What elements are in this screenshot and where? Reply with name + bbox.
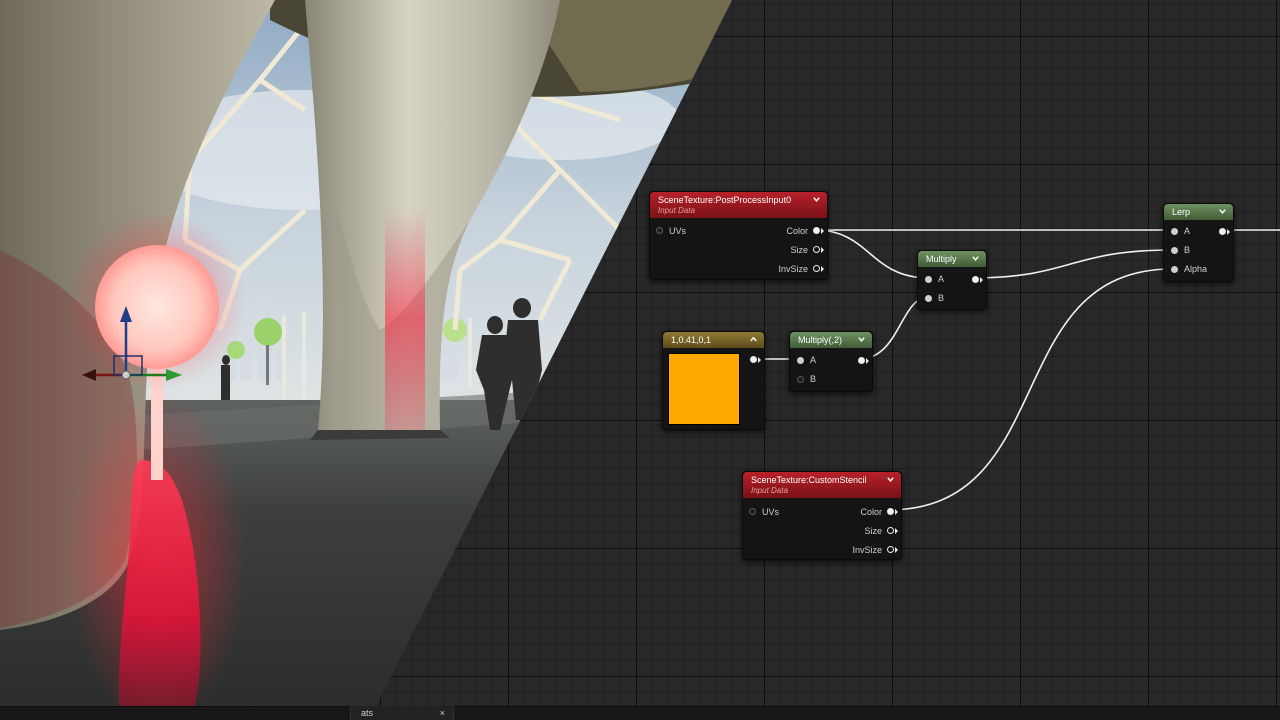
pin-a-input[interactable] (797, 357, 804, 364)
node-header[interactable]: Multiply(,2) (790, 332, 872, 348)
node-title: Multiply (926, 254, 957, 264)
node-title: 1,0.41,0,1 (671, 335, 712, 345)
node-title: Multiply(,2) (798, 335, 843, 345)
pin-size-output[interactable] (887, 527, 894, 534)
pin-output[interactable] (972, 276, 979, 283)
node-multiply-2[interactable]: Multiply(,2) A B (789, 331, 873, 392)
pin-invsize-output[interactable] (813, 265, 820, 272)
pin-label-b: B (938, 293, 945, 303)
pin-b-input[interactable] (1171, 247, 1178, 254)
pin-label-size: Size (864, 526, 882, 536)
pin-output[interactable] (858, 357, 865, 364)
chevron-down-icon[interactable] (812, 195, 821, 204)
close-icon[interactable]: × (440, 706, 445, 720)
pin-a-input[interactable] (1171, 228, 1178, 235)
pin-b-input[interactable] (925, 295, 932, 302)
node-multiply[interactable]: Multiply A B (917, 250, 987, 310)
pin-label-color: Color (786, 226, 808, 236)
pin-invsize-output[interactable] (887, 546, 894, 553)
pin-label-alpha: Alpha (1184, 264, 1208, 274)
pin-constant-output[interactable] (750, 356, 757, 363)
chevron-down-icon[interactable] (971, 254, 980, 263)
chevron-up-icon[interactable] (749, 335, 758, 344)
node-subtitle: Input Data (658, 206, 695, 215)
pin-color-output[interactable] (887, 508, 894, 515)
pin-label-invsize: InvSize (778, 264, 808, 274)
chevron-down-icon[interactable] (886, 475, 895, 484)
node-lerp[interactable]: Lerp A B Alpha (1163, 203, 1234, 282)
pin-label-b: B (1184, 245, 1191, 255)
node-header[interactable]: SceneTexture:PostProcessInput0 Input Dat… (650, 192, 827, 218)
pin-size-output[interactable] (813, 246, 820, 253)
pin-uvs-input[interactable] (656, 227, 663, 234)
pin-label-size: Size (790, 245, 808, 255)
node-title: SceneTexture:PostProcessInput0 (658, 195, 792, 205)
chevron-down-icon[interactable] (1218, 207, 1227, 216)
pin-label-b: B (810, 374, 817, 384)
pin-label-a: A (1184, 226, 1191, 236)
pin-label-a: A (810, 355, 817, 365)
node-header[interactable]: 1,0.41,0,1 (663, 332, 764, 348)
pin-label-a: A (938, 274, 945, 284)
node-constant-color[interactable]: 1,0.41,0,1 (662, 331, 765, 430)
pin-a-input[interactable] (925, 276, 932, 283)
pin-alpha-input[interactable] (1171, 266, 1178, 273)
chevron-down-icon[interactable] (857, 335, 866, 344)
node-title: Lerp (1172, 207, 1191, 217)
pin-label-color: Color (860, 507, 882, 517)
material-editor-window: SceneTexture:PostProcessInput0 Input Dat… (0, 0, 1280, 720)
pin-output[interactable] (1219, 228, 1226, 235)
node-header[interactable]: SceneTexture:CustomStencil Input Data (743, 472, 901, 498)
pin-label-invsize: InvSize (852, 545, 882, 555)
bottom-tab-bar (0, 706, 1280, 720)
node-scene-texture-postprocess[interactable]: SceneTexture:PostProcessInput0 Input Dat… (649, 191, 828, 280)
tab-label: ats (361, 708, 374, 718)
node-header[interactable]: Multiply (918, 251, 986, 267)
node-title: SceneTexture:CustomStencil (751, 475, 867, 485)
node-header[interactable]: Lerp (1164, 204, 1233, 220)
pin-uvs-input[interactable] (749, 508, 756, 515)
color-swatch[interactable] (668, 353, 740, 425)
pin-label-uvs: UVs (762, 507, 780, 517)
node-scene-texture-custom-stencil[interactable]: SceneTexture:CustomStencil Input Data UV… (742, 471, 902, 560)
node-subtitle: Input Data (751, 486, 788, 495)
pin-color-output[interactable] (813, 227, 820, 234)
pin-label-uvs: UVs (669, 226, 687, 236)
pin-b-input[interactable] (797, 376, 804, 383)
stats-tab[interactable]: ats × (350, 706, 454, 720)
